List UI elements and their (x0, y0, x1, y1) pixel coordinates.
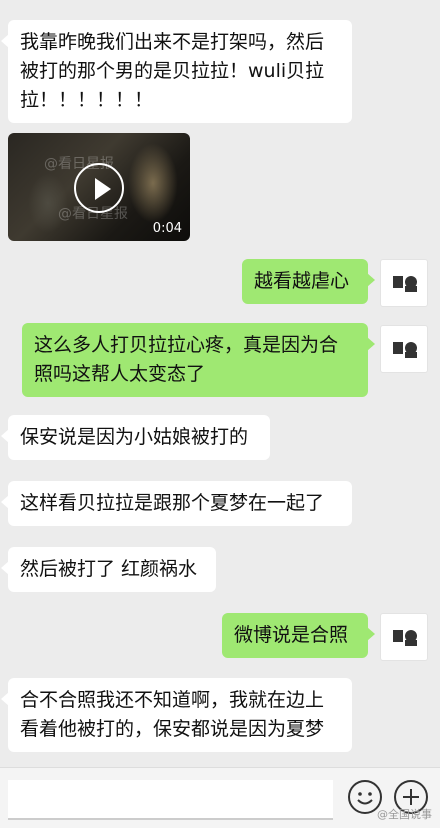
message-bubble[interactable]: 这样看贝拉拉是跟那个夏梦在一起了 (1, 481, 352, 526)
message-text: 这么多人打贝拉拉心疼，真是因为合照吗这帮人太变态了 (34, 334, 339, 385)
video-highlight (128, 143, 178, 223)
avatar-icon (393, 630, 417, 646)
play-icon[interactable] (74, 163, 124, 213)
message-text: 保安说是因为小姑娘被打的 (20, 426, 249, 448)
message-bubble[interactable]: 这么多人打贝拉拉心疼，真是因为合照吗这帮人太变态了 (22, 323, 375, 397)
message-bubble[interactable]: 然后被打了 红颜祸水 (1, 547, 216, 592)
video-message[interactable]: @看日星报 @看日星报 0:04 (8, 133, 190, 241)
avatar-icon (393, 342, 417, 358)
message-bubble[interactable]: 合不合照我还不知道啊，我就在边上看着他被打的，保安都说是因为夏梦 (1, 678, 352, 752)
avatar[interactable] (380, 259, 428, 307)
message-text: 这样看贝拉拉是跟那个夏梦在一起了 (20, 492, 325, 514)
message-bubble[interactable]: 微博说是合照 (222, 613, 375, 658)
message-text: 越看越虐心 (254, 270, 350, 292)
message-bubble[interactable]: 保安说是因为小姑娘被打的 (1, 415, 270, 460)
message-text: 我靠昨晚我们出来不是打架吗，然后被打的那个男的是贝拉拉！wuli贝拉拉！！！！！… (20, 31, 325, 111)
message-bubble[interactable]: 我靠昨晚我们出来不是打架吗，然后被打的那个男的是贝拉拉！wuli贝拉拉！！！！！… (1, 20, 352, 123)
message-input[interactable] (8, 780, 333, 820)
video-duration: 0:04 (152, 221, 182, 236)
corner-watermark: @全国说事 (377, 808, 432, 821)
message-text: 合不合照我还不知道啊，我就在边上看着他被打的，保安都说是因为夏梦 (20, 689, 325, 740)
avatar[interactable] (380, 613, 428, 661)
input-bar: @全国说事 (0, 767, 440, 828)
message-text: 然后被打了 红颜祸水 (20, 558, 198, 580)
avatar-icon (393, 276, 417, 292)
message-text: 微博说是合照 (234, 624, 349, 646)
avatar[interactable] (380, 325, 428, 373)
message-bubble[interactable]: 越看越虐心 (242, 259, 375, 304)
